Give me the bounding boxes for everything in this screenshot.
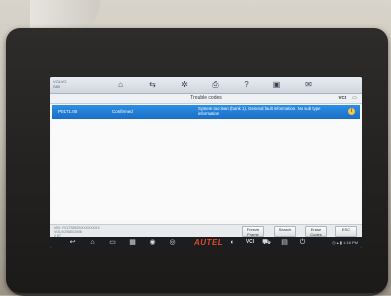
system-nav-bar: ↩ ⌂ ▭ ▦ ◉ ◎ AUTEL ◐ VCI ⛟ ▤ ⏻ ◷ ▴ ▮ 1:18… bbox=[50, 237, 362, 248]
camera-icon[interactable]: ◎ bbox=[168, 238, 177, 247]
save-icon[interactable]: ▣ bbox=[272, 80, 281, 89]
vehicle-swap-icon[interactable]: ⇆ bbox=[148, 80, 157, 89]
top-toolbar: VOLVO S80 ⌂ ⇆ ✲ ⎙ ? ▣ ✉ bbox=[50, 77, 362, 94]
erase-codes-button[interactable]: Erase Codes bbox=[305, 226, 327, 237]
info-icon[interactable]: i bbox=[348, 108, 355, 115]
status-tray: ◷ ▴ ▮ 1:18 PM bbox=[332, 240, 358, 245]
code-list-area bbox=[52, 120, 360, 220]
power-icon[interactable]: ⏻ bbox=[298, 238, 307, 247]
dtc-status: Confirmed bbox=[112, 109, 133, 114]
search-button[interactable]: Search bbox=[274, 226, 296, 237]
print-icon[interactable]: ⎙ bbox=[211, 80, 220, 89]
action-bar: VIN: YV1TS592XXXXXXXXX VOLVO/S80/2006 2.… bbox=[50, 224, 362, 238]
dtc-description: System too lean (bank 1). General fault … bbox=[198, 106, 321, 116]
vehicle-model: S80 bbox=[53, 84, 61, 89]
home-nav-icon[interactable]: ⌂ bbox=[88, 238, 97, 247]
esc-button[interactable]: ESC bbox=[335, 226, 357, 237]
battery-icon: ▭ bbox=[352, 95, 357, 101]
back-icon[interactable]: ↩ bbox=[68, 238, 77, 247]
home-icon[interactable]: ⌂ bbox=[116, 80, 125, 89]
data-logging-icon[interactable]: ✉ bbox=[304, 80, 313, 89]
help-icon[interactable]: ? bbox=[242, 80, 251, 89]
autel-logo: AUTEL bbox=[194, 238, 224, 247]
vehicle-info: VOLVO S80 bbox=[53, 79, 93, 89]
settings-icon[interactable]: ✲ bbox=[180, 80, 189, 89]
browser-icon[interactable]: ◉ bbox=[148, 238, 157, 247]
display-icon[interactable]: ◐ bbox=[228, 238, 237, 247]
page-title: Trouble codes bbox=[190, 95, 222, 101]
freeze-frame-button[interactable]: Freeze Frame bbox=[242, 226, 264, 237]
tablet-screen: VOLVO S80 ⌂ ⇆ ✲ ⎙ ? ▣ ✉ Trouble codes VC… bbox=[50, 77, 362, 248]
vci-nav-label[interactable]: VCI bbox=[242, 238, 258, 247]
dtc-code: P0171.00 bbox=[58, 109, 78, 114]
recent-apps-icon[interactable]: ▭ bbox=[108, 238, 117, 247]
apps-icon[interactable]: ▤ bbox=[280, 238, 289, 247]
title-bar: Trouble codes VCI ▭ bbox=[50, 94, 362, 104]
menu-icon[interactable]: ▦ bbox=[128, 238, 137, 247]
vci-indicator: VCI bbox=[338, 95, 346, 100]
trouble-code-row[interactable]: P0171.00 Confirmed System too lean (bank… bbox=[52, 105, 360, 119]
car-icon[interactable]: ⛟ bbox=[262, 238, 271, 247]
